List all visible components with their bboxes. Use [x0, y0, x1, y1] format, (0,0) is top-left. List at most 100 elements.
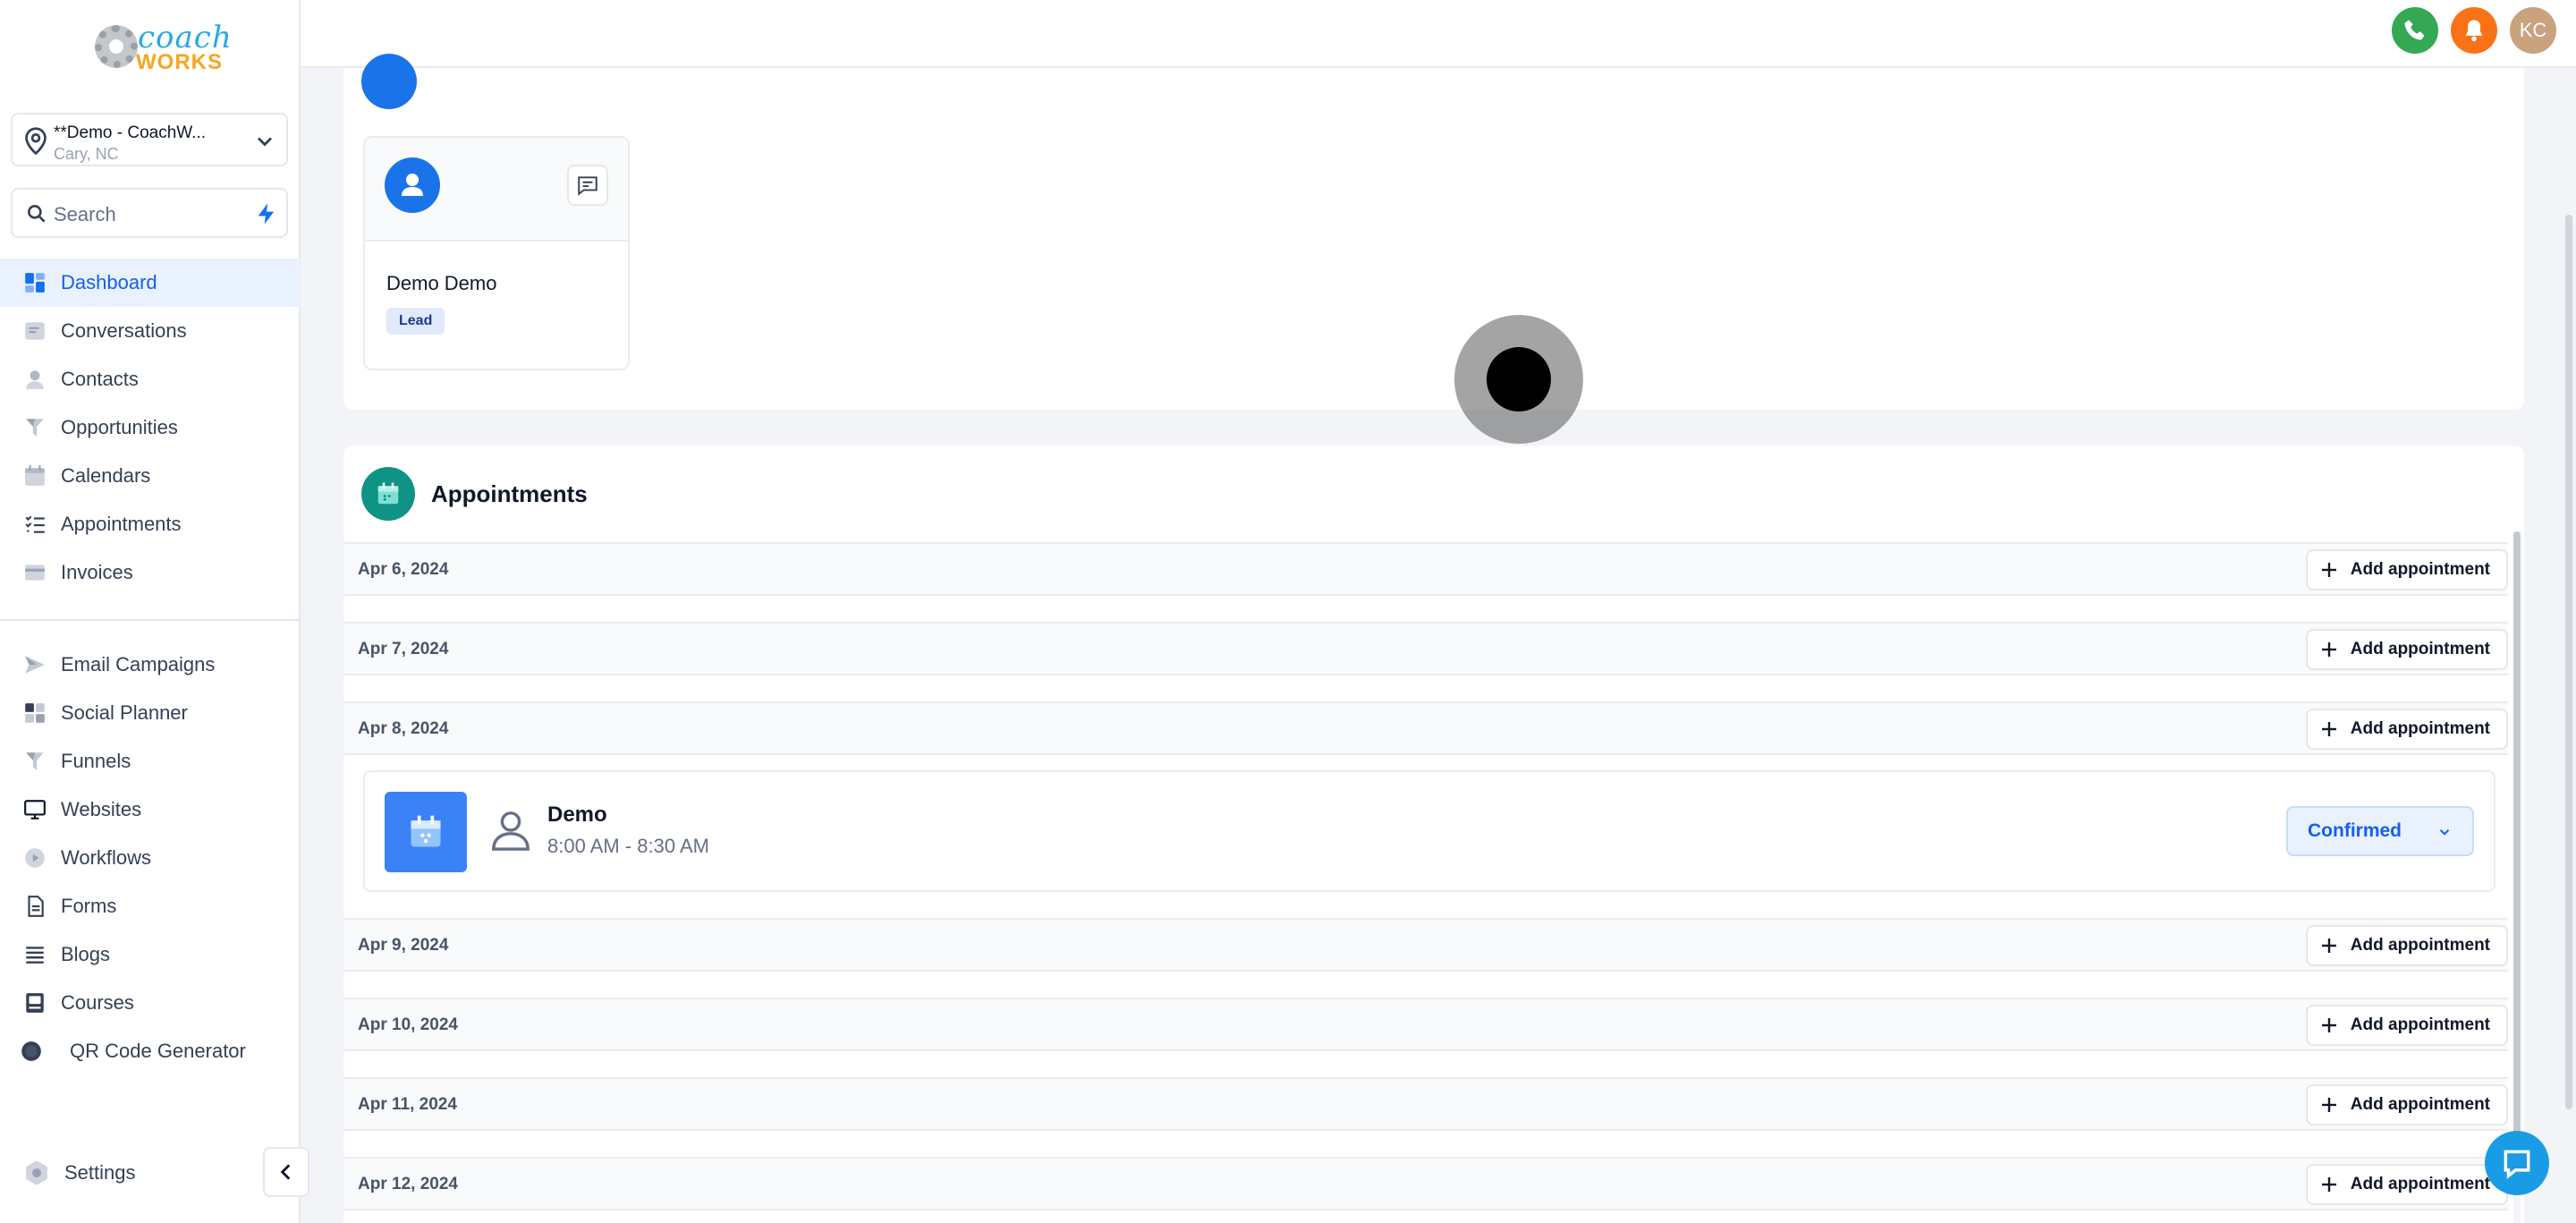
- sidebar-item-funnels[interactable]: Funnels: [0, 737, 301, 786]
- sidebar-item-label: Dashboard: [61, 271, 157, 293]
- appointment-title: Demo: [547, 803, 607, 827]
- message-contact-button[interactable]: [567, 165, 608, 206]
- map-pin-icon: [25, 127, 47, 156]
- sidebar-item-settings[interactable]: Settings: [23, 1159, 136, 1186]
- contacts-icon: [26, 370, 44, 389]
- collapse-sidebar-button[interactable]: [263, 1147, 309, 1197]
- funnel-icon: [26, 752, 44, 770]
- add-appointment-label: Add appointment: [2350, 936, 2490, 955]
- settings-label: Settings: [64, 1161, 136, 1184]
- contacts-panel: Demo Demo Lead: [343, 54, 2524, 410]
- form-icon: [28, 896, 44, 917]
- nav-secondary: Email Campaigns Social Planner Funnels W…: [0, 641, 301, 1075]
- user-initials: KC: [2519, 19, 2547, 41]
- logo-text-bottom: WORKS: [136, 50, 223, 74]
- nav-divider: [0, 619, 301, 621]
- sidebar-item-dashboard[interactable]: Dashboard: [0, 259, 301, 307]
- sidebar-item-invoices[interactable]: Invoices: [0, 548, 301, 597]
- appointments-scrollbar-thumb[interactable]: [2513, 531, 2521, 1158]
- sidebar-item-label: Workflows: [61, 846, 152, 869]
- day-row: Apr 10, 2024 Add appointment: [343, 998, 2508, 1051]
- sidebar-item-label: Appointments: [61, 513, 182, 535]
- add-appointment-label: Add appointment: [2350, 719, 2490, 738]
- appointment-status: Confirmed: [2308, 820, 2402, 841]
- contact-name: Demo Demo: [386, 272, 497, 294]
- plus-icon: [2321, 722, 2336, 736]
- plus-icon: [2321, 563, 2336, 577]
- chevron-left-icon: [280, 1164, 291, 1180]
- nav-primary: Dashboard Conversations Contacts Opportu…: [0, 259, 301, 597]
- add-appointment-button[interactable]: Add appointment: [2305, 709, 2508, 750]
- chat-bubble-icon: [2504, 1150, 2530, 1179]
- add-appointment-button[interactable]: Add appointment: [2305, 925, 2508, 966]
- add-appointment-button[interactable]: Add appointment: [2305, 629, 2508, 670]
- sidebar-item-blogs[interactable]: Blogs: [0, 930, 301, 979]
- search-placeholder: Search: [54, 203, 116, 225]
- sidebar-item-label: Contacts: [61, 368, 139, 390]
- add-appointment-label: Add appointment: [2350, 1015, 2490, 1034]
- phone-button[interactable]: [2392, 7, 2438, 54]
- sidebar-item-label: Websites: [61, 798, 142, 820]
- lightning-icon[interactable]: [254, 200, 279, 227]
- appointments-header: Appointments: [361, 467, 588, 521]
- day-date: Apr 8, 2024: [358, 719, 449, 738]
- add-appointment-label: Add appointment: [2350, 1175, 2490, 1193]
- send-icon: [25, 656, 45, 674]
- sidebar-item-opportunities[interactable]: Opportunities: [0, 403, 301, 452]
- sidebar-item-contacts[interactable]: Contacts: [0, 355, 301, 403]
- sidebar-item-social-planner[interactable]: Social Planner: [0, 689, 301, 737]
- sidebar-item-forms[interactable]: Forms: [0, 882, 301, 930]
- sidebar-item-websites[interactable]: Websites: [0, 786, 301, 834]
- bell-icon: [2465, 20, 2483, 42]
- day-row: Apr 6, 2024 Add appointment: [343, 542, 2508, 596]
- appointment-time: 8:00 AM - 8:30 AM: [547, 835, 709, 857]
- sidebar-item-workflows[interactable]: Workflows: [0, 834, 301, 882]
- user-avatar[interactable]: KC: [2510, 7, 2556, 54]
- sidebar-item-label: Courses: [61, 991, 134, 1014]
- day-date: Apr 12, 2024: [358, 1175, 458, 1193]
- sidebar-item-qr-code-generator[interactable]: QR Code Generator: [0, 1027, 301, 1075]
- top-bar: KC: [301, 0, 2576, 68]
- qr-icon: [21, 1041, 41, 1061]
- sidebar-item-label: Email Campaigns: [61, 653, 216, 675]
- phone-icon: [2404, 20, 2425, 40]
- day-row: Apr 11, 2024 Add appointment: [343, 1077, 2508, 1131]
- add-appointment-button[interactable]: Add appointment: [2305, 549, 2508, 590]
- add-appointment-button[interactable]: Add appointment: [2305, 1005, 2508, 1046]
- event-calendar-icon: [385, 792, 467, 872]
- add-appointment-label: Add appointment: [2350, 560, 2490, 579]
- sidebar-item-label: Invoices: [61, 561, 133, 583]
- coachworks-logo[interactable]: coach WORKS: [93, 20, 232, 75]
- chat-widget-button[interactable]: [2485, 1131, 2549, 1195]
- plus-icon: [2321, 938, 2336, 953]
- sidebar-item-email-campaigns[interactable]: Email Campaigns: [0, 641, 301, 689]
- course-icon: [26, 993, 44, 1013]
- appointments-list: Apr 6, 2024 Add appointment Apr 7, 2024 …: [343, 542, 2508, 1223]
- notifications-button[interactable]: [2451, 7, 2497, 54]
- appointment-status-dropdown[interactable]: Confirmed: [2286, 806, 2474, 856]
- add-appointment-button[interactable]: Add appointment: [2305, 1164, 2508, 1205]
- sidebar-search[interactable]: Search: [11, 188, 288, 238]
- sidebar-item-calendars[interactable]: Calendars: [0, 452, 301, 500]
- sidebar-item-conversations[interactable]: Conversations: [0, 307, 301, 355]
- location-switcher[interactable]: **Demo - CoachW... Cary, NC: [11, 113, 288, 166]
- appointment-card[interactable]: Demo 8:00 AM - 8:30 AM Confirmed: [363, 770, 2496, 892]
- person-icon: [402, 174, 423, 196]
- calendar-icon: [25, 465, 45, 486]
- sidebar-item-courses[interactable]: Courses: [0, 979, 301, 1027]
- contact-card[interactable]: Demo Demo Lead: [363, 136, 630, 370]
- appointments-calendar-icon: [361, 467, 415, 521]
- workflow-icon: [25, 848, 45, 868]
- opportunities-icon: [26, 419, 44, 437]
- day-date: Apr 11, 2024: [358, 1095, 457, 1114]
- dashboard-icon: [25, 273, 45, 293]
- plus-icon: [2321, 642, 2336, 657]
- monitor-icon: [24, 800, 46, 820]
- plus-icon: [2321, 1177, 2336, 1192]
- sidebar-item-appointments[interactable]: Appointments: [0, 500, 301, 548]
- contact-card-header: [365, 138, 628, 242]
- person-outline-icon: [492, 811, 530, 851]
- plus-icon: [2321, 1018, 2336, 1032]
- add-appointment-button[interactable]: Add appointment: [2305, 1084, 2508, 1125]
- page-scrollbar[interactable]: [2565, 215, 2572, 1109]
